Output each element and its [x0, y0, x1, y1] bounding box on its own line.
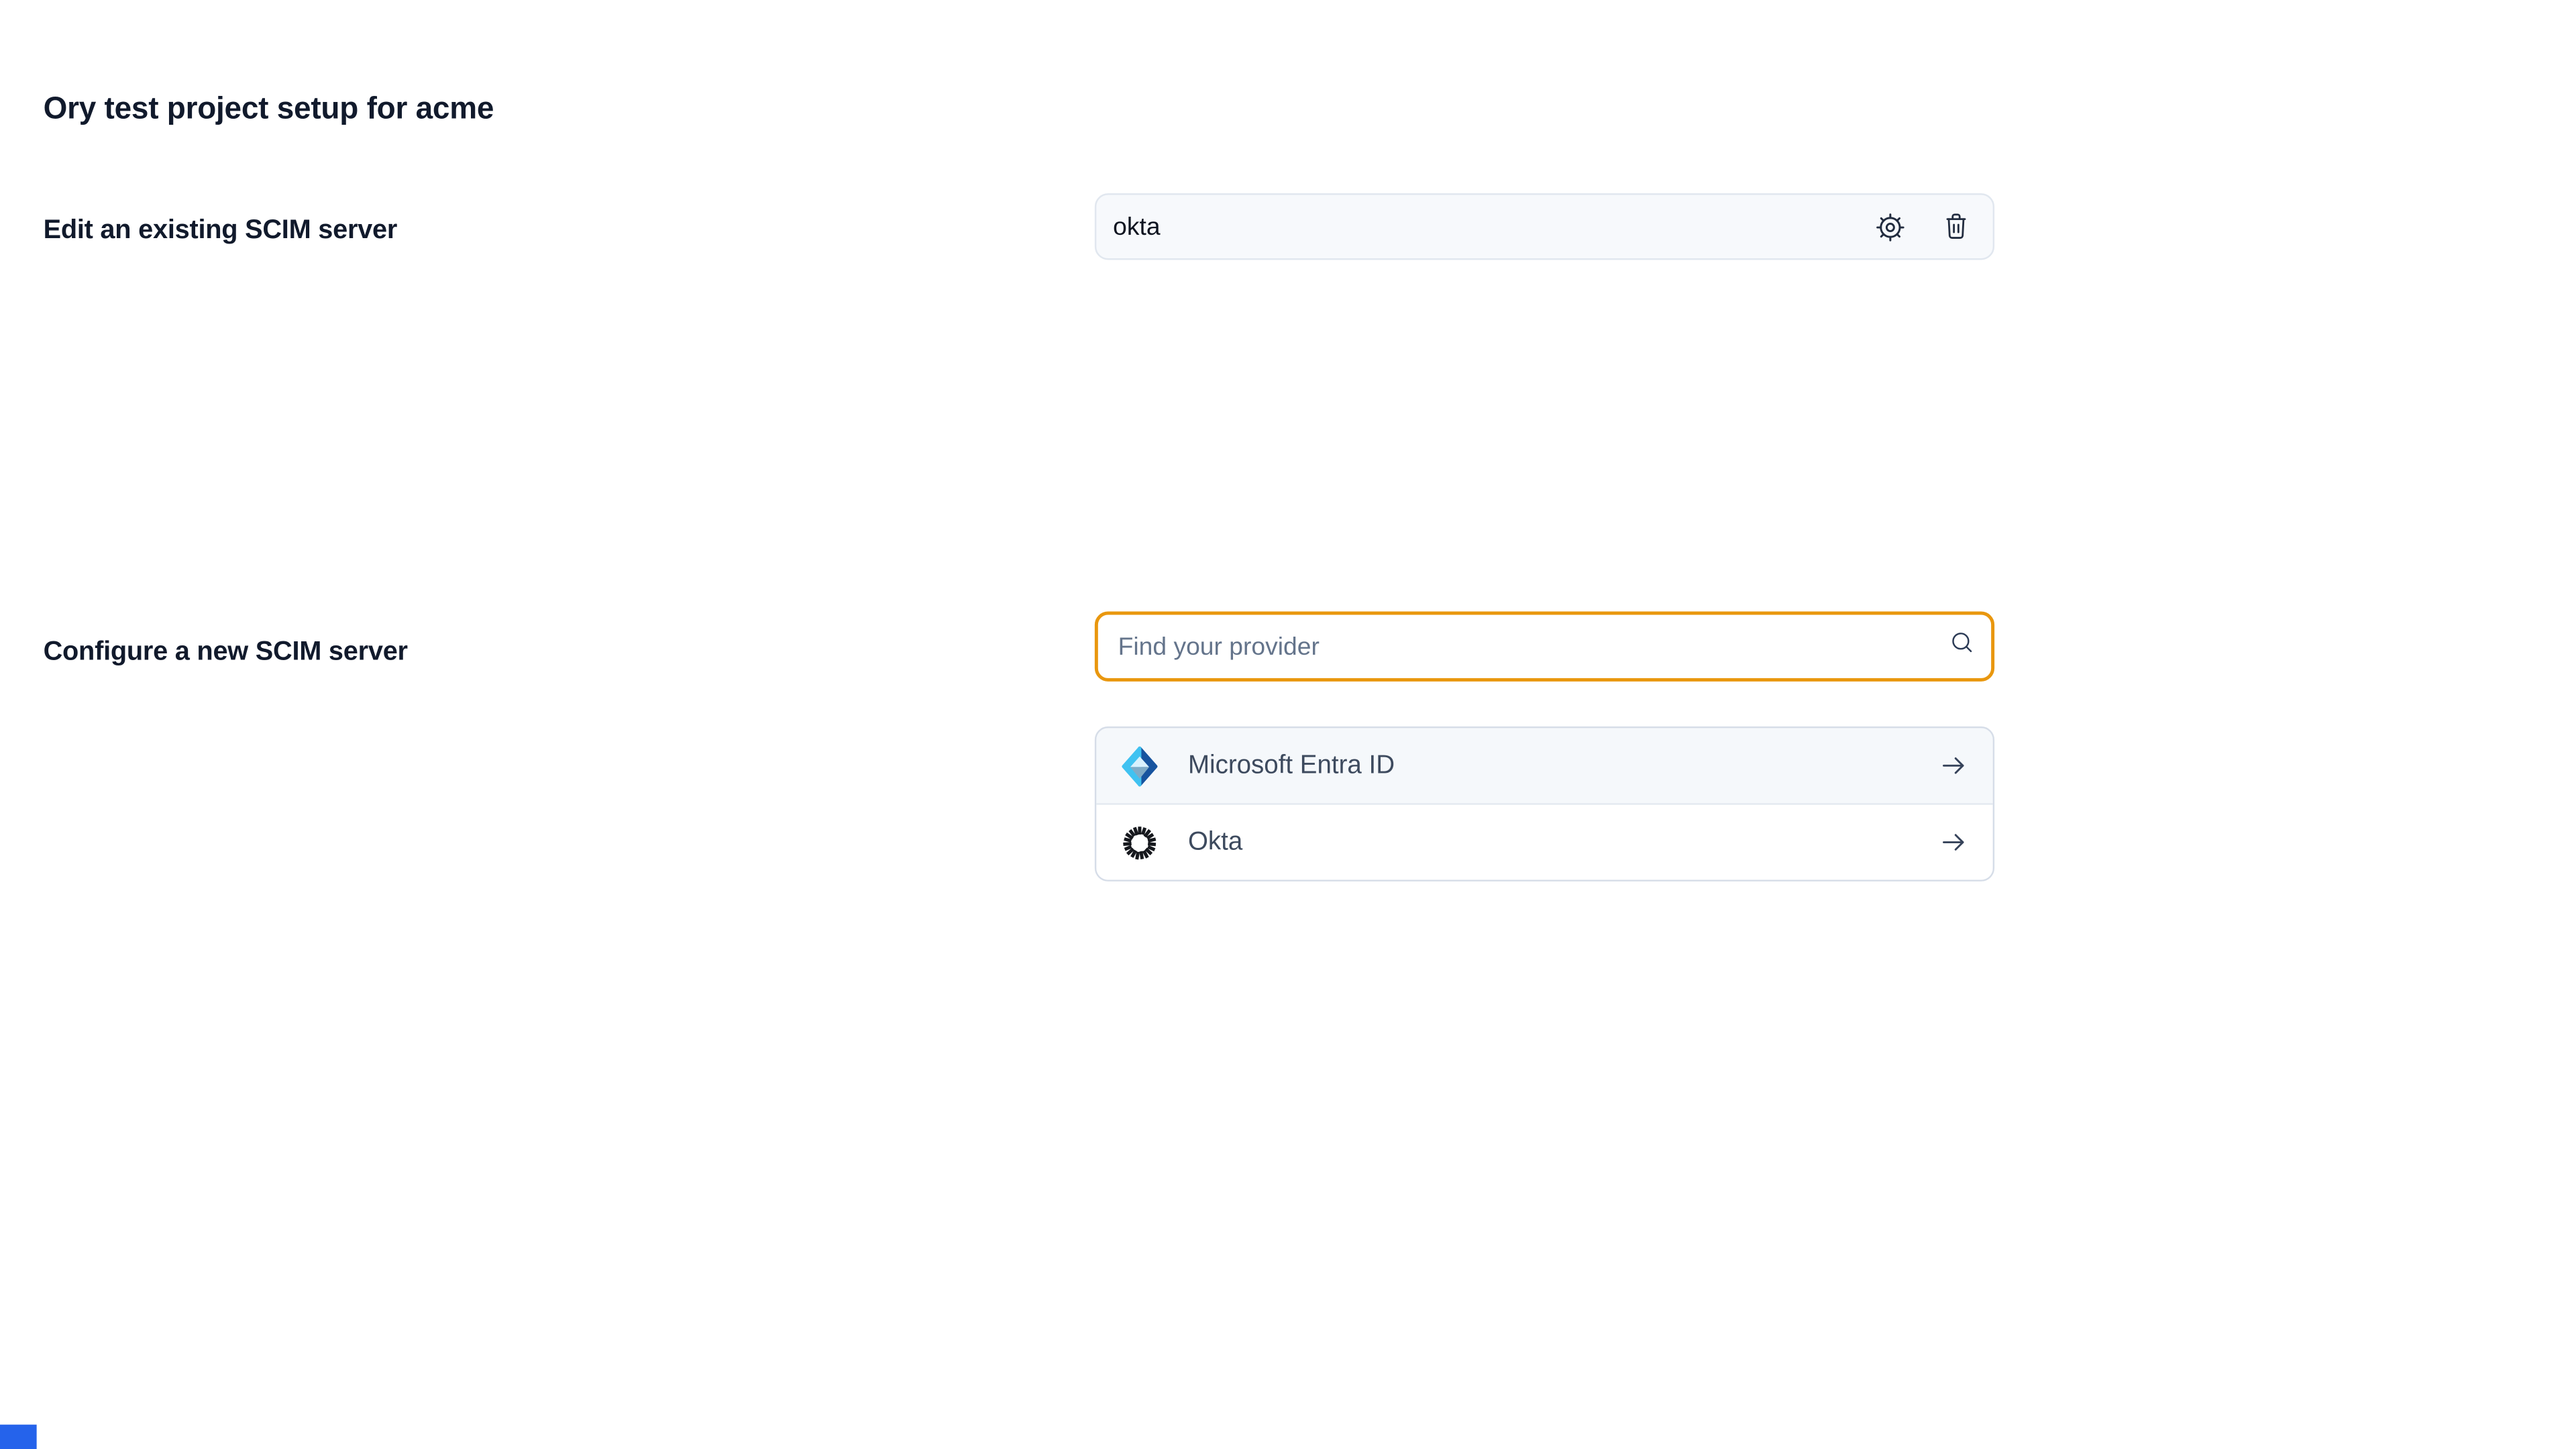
- existing-server-actions: [1873, 210, 1993, 244]
- arrow-right-icon: [1938, 750, 1970, 782]
- cursor-marker: [0, 1425, 37, 1449]
- gear-icon: [1874, 211, 1905, 242]
- delete-server-button[interactable]: [1939, 210, 1973, 244]
- provider-name: Microsoft Entra ID: [1188, 751, 1938, 781]
- section-heading-configure-new: Configure a new SCIM server: [44, 639, 408, 669]
- provider-name: Okta: [1188, 827, 1938, 857]
- configure-server-button[interactable]: [1873, 210, 1907, 244]
- scim-setup-page: Ory test project setup for acme Edit an …: [0, 0, 2576, 1449]
- existing-server-name: okta: [1096, 213, 1872, 241]
- page-title: Ory test project setup for acme: [44, 91, 494, 127]
- provider-row-microsoft-entra-id[interactable]: Microsoft Entra ID: [1096, 728, 1992, 803]
- provider-list: Microsoft Entra ID: [1095, 727, 1994, 881]
- trash-icon: [1941, 211, 1972, 241]
- provider-search: [1095, 612, 1994, 682]
- microsoft-entra-id-logo: [1122, 746, 1159, 786]
- okta-logo: [1122, 822, 1159, 863]
- arrow-right-icon: [1938, 826, 1970, 858]
- provider-search-input[interactable]: [1095, 612, 1994, 682]
- existing-server-card: okta: [1095, 193, 1994, 260]
- provider-row-okta[interactable]: Okta: [1096, 803, 1992, 879]
- section-heading-edit-existing: Edit an existing SCIM server: [44, 217, 398, 248]
